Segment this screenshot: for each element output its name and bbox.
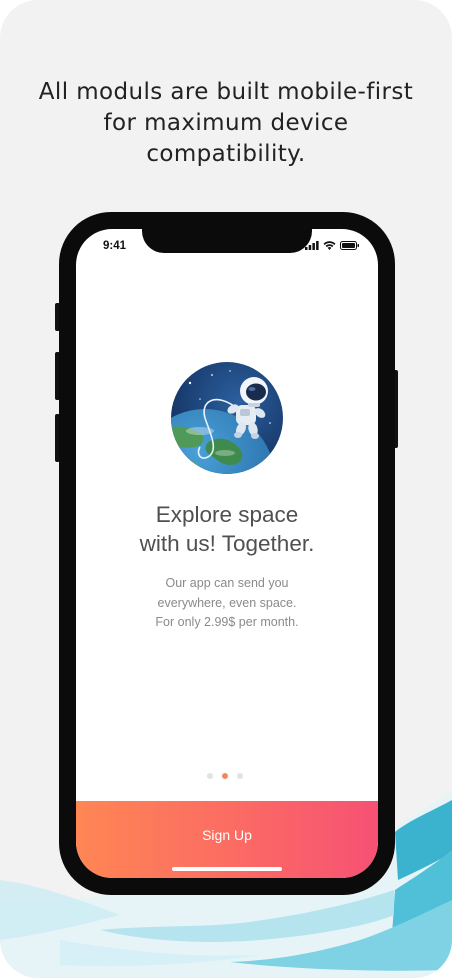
promo-card: All moduls are built mobile-first for ma…	[0, 0, 452, 978]
page-dot-1[interactable]	[207, 773, 213, 779]
onboarding-description: Our app can send you everywhere, even sp…	[76, 574, 378, 633]
desc-line-3: For only 2.99$ per month.	[155, 615, 299, 629]
marketing-headline: All moduls are built mobile-first for ma…	[0, 77, 452, 170]
title-line-1: Explore space	[155, 502, 299, 527]
headline-line-2: for maximum device	[103, 110, 349, 137]
battery-icon	[340, 241, 359, 250]
onboarding-title: Explore space with us! Together.	[76, 500, 378, 558]
phone-screen: 9:41 Explore space with us! Together. Ou…	[76, 229, 378, 878]
page-dot-2-active[interactable]	[222, 773, 228, 779]
status-time: 9:41	[103, 240, 127, 252]
title-line-2: with us! Together.	[139, 531, 315, 556]
astronaut-illustration	[171, 362, 283, 474]
page-dot-3[interactable]	[237, 773, 243, 779]
cellular-signal-icon	[305, 241, 319, 250]
headline-line-1: All moduls are built mobile-first	[38, 79, 414, 106]
wifi-icon	[323, 241, 336, 250]
desc-line-1: Our app can send you	[165, 576, 289, 590]
home-indicator	[172, 867, 282, 871]
page-indicator	[207, 773, 243, 779]
desc-line-2: everywhere, even space.	[157, 595, 297, 610]
status-icons	[305, 241, 360, 250]
headline-line-3: compatibility.	[146, 141, 306, 168]
phone-mockup: 9:41 Explore space with us! Together. Ou…	[59, 212, 395, 895]
phone-notch	[142, 229, 312, 253]
